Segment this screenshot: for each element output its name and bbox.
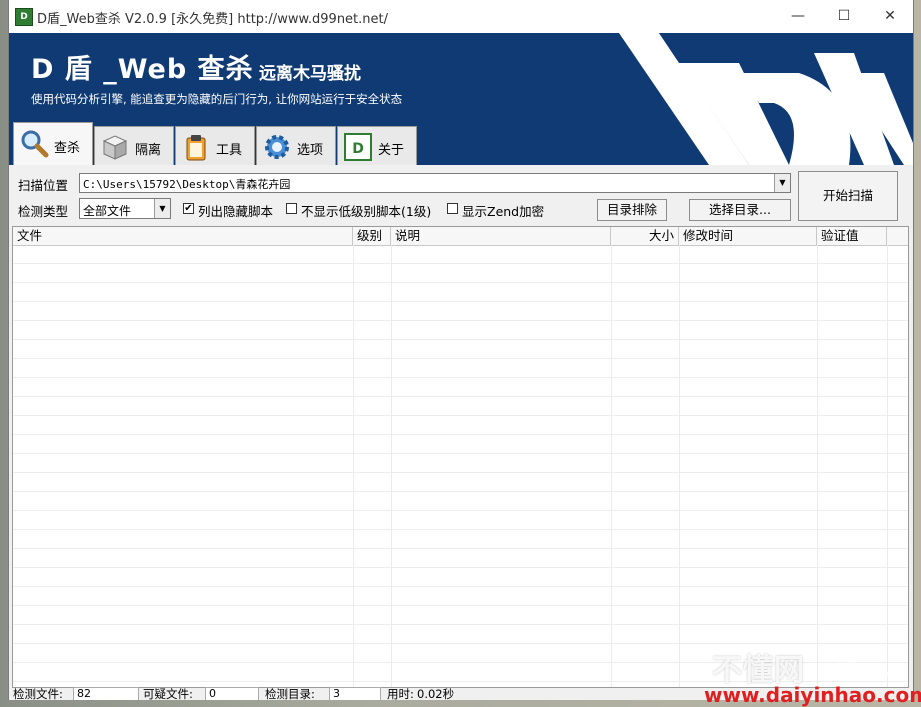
files-count-label: 检测文件: [13,687,63,700]
tab-quarantine[interactable]: 隔离 [94,126,174,165]
tab-options-label: 选项 [297,143,324,158]
gear-icon [265,135,289,159]
column-size[interactable]: 大小 [611,227,679,245]
title-bar[interactable]: D D盾_Web查杀 V2.0.9 [永久免费] http://www.d99n… [9,0,913,33]
banner-tagline: 远离木马骚扰 [259,64,361,84]
tab-scan[interactable]: 查杀 [13,122,93,165]
column-file[interactable]: 文件 [13,227,353,245]
d-logo-icon: D [344,133,372,161]
clipboard-icon [186,135,206,161]
suspicious-count-label: 可疑文件: [143,687,193,700]
column-modified-time[interactable]: 修改时间 [679,227,817,245]
column-description[interactable]: 说明 [391,227,611,245]
start-scan-button[interactable]: 开始扫描 [798,171,898,221]
app-icon: D [15,8,33,26]
scan-location-combo[interactable]: C:\Users\15792\Desktop\青森花卉园 ▼ [79,173,791,193]
minimize-button[interactable]: — [775,0,821,33]
detect-type-value: 全部文件 [83,204,132,218]
banner-subtitle: 使用代码分析引擎, 能追查更为隐藏的后门行为, 让你网站运行于安全状态 [31,92,403,106]
table-body [13,245,908,687]
exclude-dir-button[interactable]: 目录排除 [597,199,667,221]
tab-about[interactable]: D 关于 [337,126,417,165]
chevron-down-icon[interactable]: ▼ [154,199,170,218]
suspicious-count-value: 0 [205,687,259,700]
scan-location-value: C:\Users\15792\Desktop\青森花卉园 [83,178,291,191]
scan-form: 扫描位置 C:\Users\15792\Desktop\青森花卉园 ▼ 检测类型… [9,165,913,225]
maximize-button[interactable]: ☐ [821,0,867,33]
tab-quarantine-label: 隔离 [135,143,162,158]
tab-tools-label: 工具 [216,143,243,158]
hide-low-level-label: 不显示低级别脚本(1级) [301,204,432,219]
dirs-count-label: 检测目录: [265,687,315,700]
column-level[interactable]: 级别 [353,227,391,245]
show-zend-checkbox[interactable]: 显示Zend加密 [447,201,557,219]
elapsed-time-label: 用时: [387,687,414,700]
column-hash[interactable]: 验证值 [817,227,887,245]
show-zend-label: 显示Zend加密 [462,204,545,219]
choose-dir-button[interactable]: 选择目录... [689,199,791,221]
banner: D 盾 _Web 查杀 远离木马骚扰 使用代码分析引擎, 能追查更为隐藏的后门行… [9,33,913,165]
box-icon [102,135,128,160]
tab-scan-label: 查杀 [54,141,81,156]
results-table[interactable]: 文件 级别 说明 大小 修改时间 验证值 [12,226,909,688]
tab-about-label: 关于 [378,143,405,158]
tab-options[interactable]: 选项 [256,126,336,165]
tab-tools[interactable]: 工具 [175,126,255,165]
detect-type-select[interactable]: 全部文件 ▼ [79,198,171,219]
banner-title: D 盾 _Web 查杀 [31,54,254,85]
files-count-value: 82 [73,687,139,700]
chevron-down-icon[interactable]: ▼ [774,174,790,192]
checkmark-icon: ✔ [183,203,194,214]
hide-low-level-checkbox[interactable]: 不显示低级别脚本(1级) [286,201,444,219]
dirs-count-value: 3 [329,687,381,700]
detect-type-label: 检测类型 [18,204,69,219]
close-button[interactable]: ✕ [867,0,913,33]
list-hidden-scripts-checkbox[interactable]: ✔ 列出隐藏脚本 [183,201,283,219]
status-bar: 检测文件: 82 可疑文件: 0 检测目录: 3 用时: 0.02秒 [9,687,913,700]
app-window: D D盾_Web查杀 V2.0.9 [永久免费] http://www.d99n… [8,0,914,700]
elapsed-time-value: 0.02秒 [417,687,455,700]
scan-location-label: 扫描位置 [18,178,69,193]
table-header: 文件 级别 说明 大小 修改时间 验证值 [13,227,908,246]
list-hidden-scripts-label: 列出隐藏脚本 [198,204,274,219]
svg-text:D: D [352,141,364,157]
magnifier-icon [21,130,49,158]
window-title: D盾_Web查杀 V2.0.9 [永久免费] http://www.d99net… [37,12,389,27]
d-shield-logo-icon [619,33,913,165]
